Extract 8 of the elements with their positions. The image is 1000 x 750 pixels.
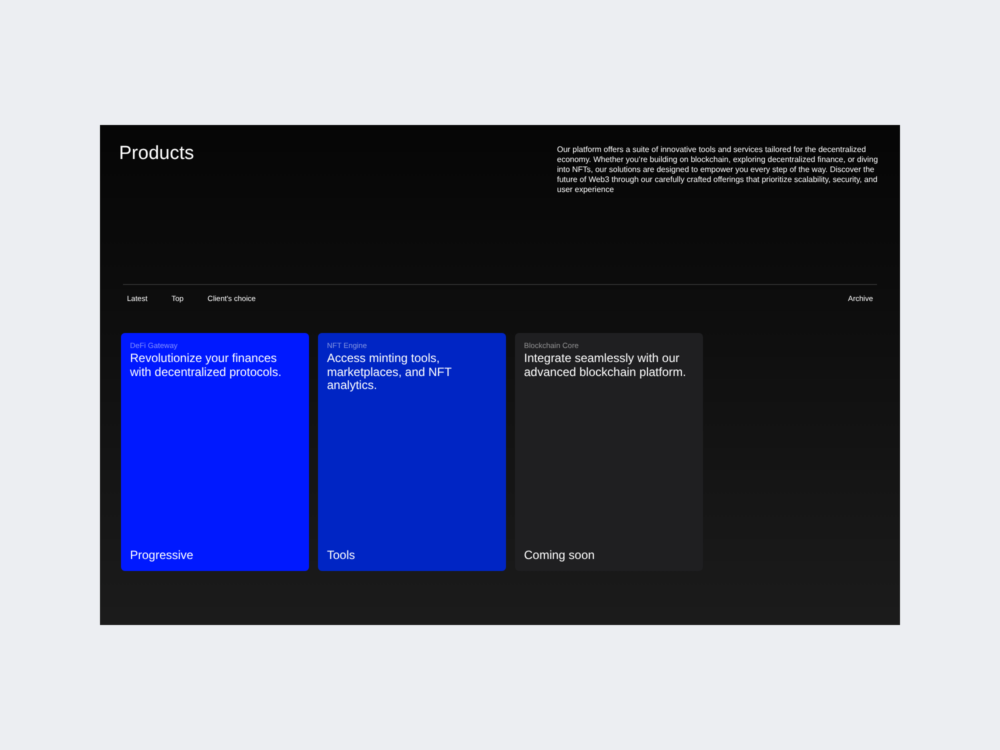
card-footer: Progressive [130,548,300,562]
card-description: Integrate seamlessly with our advanced blockchain platform. [524,352,688,379]
card-description: Access minting tools, marketplaces, and NFT analytics. [327,352,452,392]
card-footer: Tools [327,548,497,562]
page-title: Products [119,143,194,166]
card-description: Revolutionize your finances with decentralized protocols. [130,352,282,379]
card-footer: Coming soon [524,548,694,562]
description-text: Our platform offers a suite of innovative tools and services tailored for the decentralized economy. Whether you’re building on blockchain, exploring decentralized finance, or diving into NFTs, our solutions are designed to empower you every step of the way. Discover the future of Web3 through our carefully crafted offerings that prioritize scalability, security, and user experience [557,145,879,196]
